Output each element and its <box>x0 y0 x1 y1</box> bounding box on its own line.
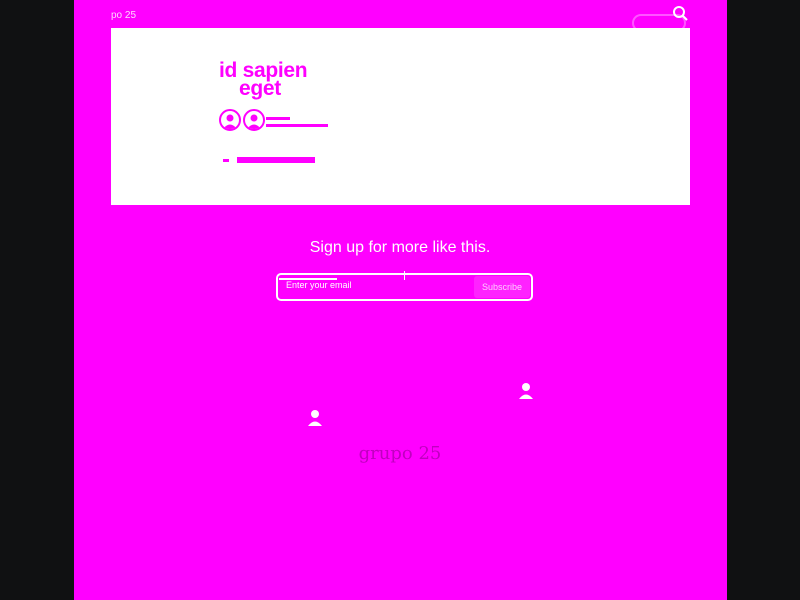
subscribe-meta <box>279 276 337 282</box>
author-avatar[interactable] <box>219 109 241 131</box>
left-gutter <box>0 0 74 600</box>
header-mark <box>396 15 402 25</box>
site-title[interactable]: po 25 <box>111 10 136 21</box>
footer-text <box>95 377 111 383</box>
person-icon <box>308 410 322 426</box>
footer-heading <box>95 361 105 367</box>
footer-avatar[interactable] <box>93 408 111 426</box>
person-icon <box>247 114 261 129</box>
footer-copyright <box>95 508 109 514</box>
person-icon <box>223 114 237 129</box>
article-title-line2: eget <box>239 77 281 100</box>
footer-text <box>95 391 111 397</box>
author-list <box>219 109 267 131</box>
right-gutter <box>727 0 800 600</box>
article-title[interactable]: id sapien eget <box>219 60 308 100</box>
subscribe-button[interactable]: Subscribe <box>474 276 530 298</box>
article-excerpt <box>223 157 315 164</box>
subscribe-heading: Sign up for more like this. <box>309 239 491 256</box>
author-avatar[interactable] <box>243 109 265 131</box>
search-icon[interactable] <box>667 5 692 21</box>
footer-logo[interactable]: grupo 25 <box>0 443 800 464</box>
author-meta <box>266 115 328 127</box>
footer-powered-by[interactable] <box>685 508 715 514</box>
article-card[interactable] <box>111 28 690 205</box>
person-icon <box>519 383 533 399</box>
